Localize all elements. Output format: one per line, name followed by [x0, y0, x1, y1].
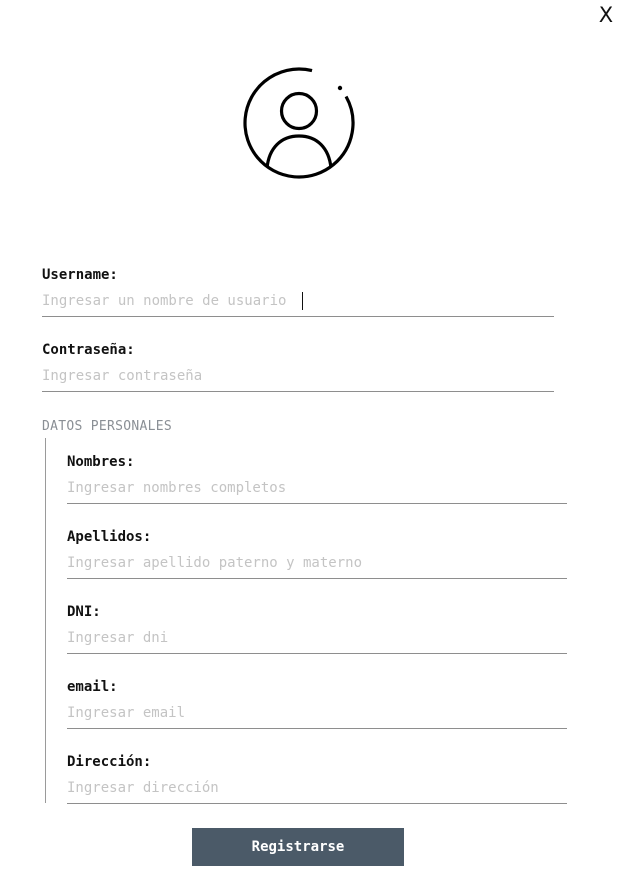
- apellidos-label: Apellidos:: [67, 529, 152, 545]
- password-label: Contraseña:: [42, 342, 135, 358]
- direccion-input[interactable]: [67, 778, 567, 804]
- text-cursor: [302, 292, 303, 310]
- user-avatar-icon: [243, 67, 355, 179]
- close-button[interactable]: X: [596, 2, 616, 28]
- email-input[interactable]: [67, 703, 567, 729]
- nombres-label: Nombres:: [67, 454, 135, 470]
- direccion-label: Dirección:: [67, 754, 152, 770]
- register-button[interactable]: Registrarse: [192, 828, 404, 866]
- password-input[interactable]: [42, 366, 554, 392]
- dni-label: DNI:: [67, 604, 101, 620]
- personal-data-section-title: DATOS PERSONALES: [42, 419, 173, 434]
- email-label: email:: [67, 679, 118, 695]
- dni-input[interactable]: [67, 628, 567, 654]
- nombres-input[interactable]: [67, 478, 567, 504]
- section-divider: [45, 438, 46, 803]
- username-label: Username:: [42, 267, 118, 283]
- username-input[interactable]: [42, 291, 554, 317]
- apellidos-input[interactable]: [67, 553, 567, 579]
